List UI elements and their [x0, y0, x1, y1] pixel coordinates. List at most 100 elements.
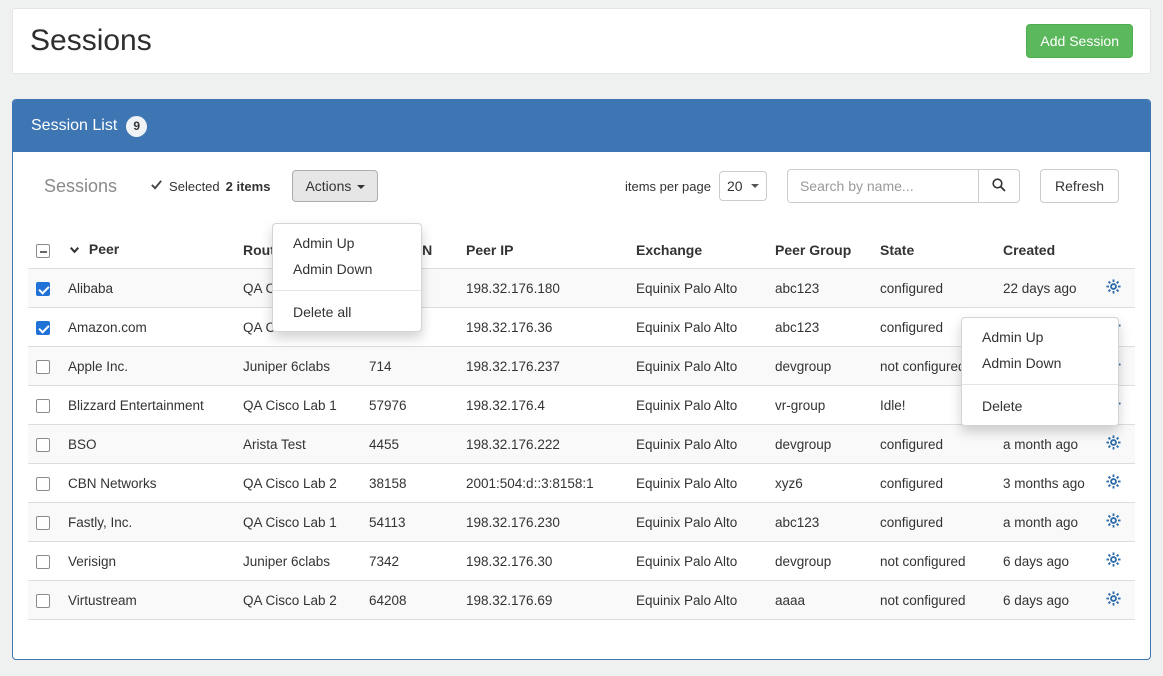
cell-asn: 7342 [361, 542, 458, 581]
refresh-button[interactable]: Refresh [1040, 169, 1119, 203]
row-settings-gear-icon[interactable] [1106, 435, 1121, 453]
table-row: BSO Arista Test 4455 198.32.176.222 Equi… [28, 425, 1135, 464]
cell-peer: Fastly, Inc. [60, 503, 235, 542]
select-all-checkbox[interactable] [36, 244, 50, 258]
panel-header: Session List 9 [13, 100, 1150, 152]
cell-peer-ip: 198.32.176.4 [458, 386, 628, 425]
cell-exchange: Equinix Palo Alto [628, 503, 767, 542]
cell-peer: Apple Inc. [60, 347, 235, 386]
row-settings-gear-icon[interactable] [1106, 279, 1121, 297]
column-header-peer-group[interactable]: Peer Group [767, 232, 872, 269]
column-header-actions [1092, 232, 1135, 269]
cell-router: QA Cisco Lab 1 [235, 386, 361, 425]
row-menu-item-admin-up[interactable]: Admin Up [962, 324, 1118, 350]
cell-peer-ip: 198.32.176.69 [458, 581, 628, 620]
column-header-exchange[interactable]: Exchange [628, 232, 767, 269]
search-button[interactable] [978, 169, 1020, 203]
cell-peer-ip: 198.32.176.180 [458, 269, 628, 308]
cell-peer-group: xyz6 [767, 464, 872, 503]
menu-divider [273, 290, 421, 291]
cell-peer-ip: 198.32.176.36 [458, 308, 628, 347]
cell-peer-group: abc123 [767, 269, 872, 308]
cell-created: 22 days ago [995, 269, 1092, 308]
panel-title: Session List [31, 117, 117, 135]
row-checkbox[interactable] [36, 477, 50, 491]
toolbar-title: Sessions [44, 176, 117, 197]
column-header-state[interactable]: State [872, 232, 995, 269]
menu-item-admin-up[interactable]: Admin Up [273, 230, 421, 256]
cell-created: a month ago [995, 425, 1092, 464]
row-checkbox[interactable] [36, 282, 50, 296]
cell-router: QA Cisco Lab 1 [235, 503, 361, 542]
menu-item-admin-down[interactable]: Admin Down [273, 256, 421, 282]
cell-asn: 64208 [361, 581, 458, 620]
selection-status: Selected 2 items [150, 178, 270, 194]
table-row: CBN Networks QA Cisco Lab 2 38158 2001:5… [28, 464, 1135, 503]
cell-exchange: Equinix Palo Alto [628, 425, 767, 464]
actions-dropdown-button[interactable]: Actions [292, 170, 378, 202]
row-menu-item-delete[interactable]: Delete [962, 393, 1118, 419]
column-header-peer[interactable]: Peer [60, 232, 235, 269]
cell-asn: 714 [361, 347, 458, 386]
add-session-button[interactable]: Add Session [1026, 24, 1133, 58]
cell-peer: BSO [60, 425, 235, 464]
row-settings-gear-icon[interactable] [1106, 552, 1121, 570]
cell-peer-group: devgroup [767, 425, 872, 464]
cell-state: configured [872, 269, 995, 308]
row-settings-gear-icon[interactable] [1106, 591, 1121, 609]
search-input[interactable] [787, 169, 979, 203]
table-row: Fastly, Inc. QA Cisco Lab 1 54113 198.32… [28, 503, 1135, 542]
session-count-badge: 9 [126, 116, 147, 137]
column-header-created[interactable]: Created [995, 232, 1092, 269]
row-settings-gear-icon[interactable] [1106, 474, 1121, 492]
cell-peer-group: aaaa [767, 581, 872, 620]
row-checkbox[interactable] [36, 516, 50, 530]
cell-router: Juniper 6clabs [235, 347, 361, 386]
cell-exchange: Equinix Palo Alto [628, 347, 767, 386]
selected-count: 2 items [226, 179, 271, 194]
session-list-panel: Session List 9 Sessions Selected 2 items… [12, 99, 1151, 660]
row-settings-gear-icon[interactable] [1106, 513, 1121, 531]
row-checkbox[interactable] [36, 594, 50, 608]
menu-divider [962, 384, 1118, 385]
cell-exchange: Equinix Palo Alto [628, 581, 767, 620]
row-checkbox[interactable] [36, 321, 50, 335]
select-all-header [28, 232, 60, 269]
row-checkbox[interactable] [36, 438, 50, 452]
row-menu-item-admin-down[interactable]: Admin Down [962, 350, 1118, 376]
cell-peer-group: vr-group [767, 386, 872, 425]
cell-peer: Virtustream [60, 581, 235, 620]
table-toolbar: Sessions Selected 2 items Actions items … [28, 169, 1135, 203]
panel-body: Sessions Selected 2 items Actions items … [13, 169, 1150, 676]
cell-created: 6 days ago [995, 581, 1092, 620]
cell-peer-ip: 198.32.176.237 [458, 347, 628, 386]
table-row: Alibaba QA Cisco Lab 1 198.32.176.180 Eq… [28, 269, 1135, 308]
cell-peer-ip: 198.32.176.222 [458, 425, 628, 464]
cell-peer: Verisign [60, 542, 235, 581]
cell-exchange: Equinix Palo Alto [628, 269, 767, 308]
sort-desc-icon [68, 243, 85, 259]
menu-item-delete-all[interactable]: Delete all [273, 299, 421, 325]
table-header-row: Peer Router Peer ASN Peer IP Exchange Pe… [28, 232, 1135, 269]
cell-state: configured [872, 503, 995, 542]
cell-peer-group: abc123 [767, 308, 872, 347]
cell-asn: 38158 [361, 464, 458, 503]
cell-peer-ip: 2001:504:d::3:8158:1 [458, 464, 628, 503]
selected-label: Selected [169, 179, 220, 194]
actions-dropdown-menu: Admin Up Admin Down Delete all [272, 223, 422, 332]
cell-peer-group: abc123 [767, 503, 872, 542]
row-checkbox[interactable] [36, 360, 50, 374]
row-checkbox[interactable] [36, 555, 50, 569]
column-header-peer-ip[interactable]: Peer IP [458, 232, 628, 269]
cell-peer: Blizzard Entertainment [60, 386, 235, 425]
row-checkbox[interactable] [36, 399, 50, 413]
page-title: Sessions [30, 24, 152, 58]
row-dropdown-menu: Admin Up Admin Down Delete [961, 317, 1119, 426]
cell-asn: 54113 [361, 503, 458, 542]
cell-asn: 57976 [361, 386, 458, 425]
cell-peer-group: devgroup [767, 542, 872, 581]
cell-exchange: Equinix Palo Alto [628, 308, 767, 347]
cell-state: not configured [872, 581, 995, 620]
items-per-page-select[interactable]: 20 [719, 171, 767, 201]
cell-peer: Amazon.com [60, 308, 235, 347]
